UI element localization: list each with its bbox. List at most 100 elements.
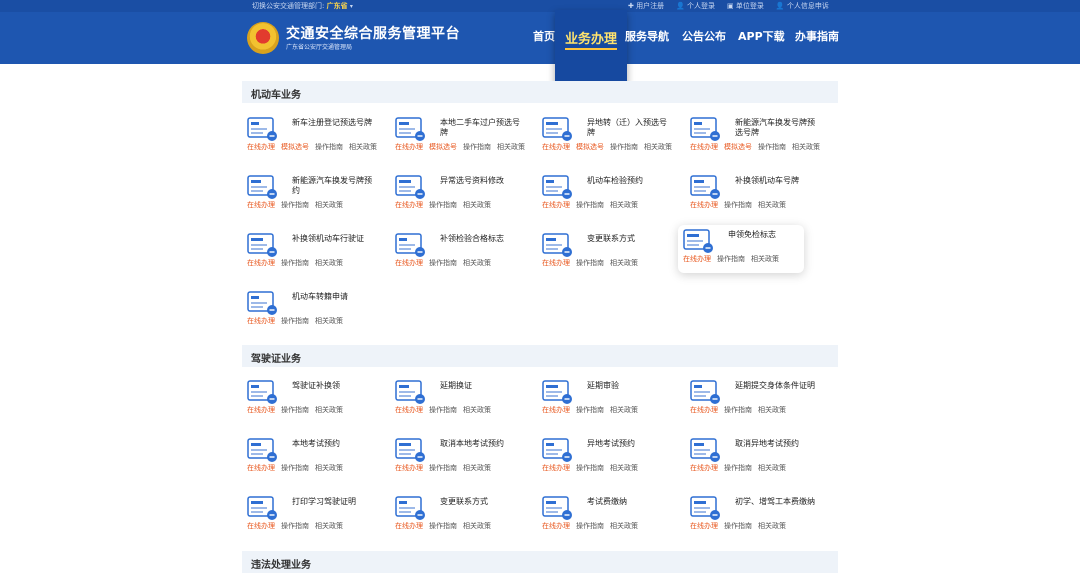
related-policy-link[interactable]: 相关政策 [610, 201, 638, 209]
unit-login-link[interactable]: ▣ 单位登录 [727, 1, 764, 11]
nav-notice[interactable]: 公告公布 [682, 28, 726, 44]
region-name[interactable]: 广东省 [327, 2, 348, 10]
online-handle-link[interactable]: 在线办理 [247, 259, 275, 267]
operation-guide-link[interactable]: 操作指南 [429, 201, 457, 209]
service-item[interactable]: 延期审验在线办理操作指南相关政策 [537, 376, 685, 428]
online-handle-link[interactable]: 在线办理 [542, 406, 570, 414]
service-item[interactable]: 打印学习驾驶证明在线办理操作指南相关政策 [242, 492, 390, 544]
operation-guide-link[interactable]: 操作指南 [281, 259, 309, 267]
simulated-plate-link[interactable]: 模拟选号 [281, 143, 309, 151]
chevron-down-icon[interactable]: ▾ [350, 3, 353, 10]
online-handle-link[interactable]: 在线办理 [542, 259, 570, 267]
service-name[interactable]: 变更联系方式 [587, 234, 673, 244]
online-handle-link[interactable]: 在线办理 [395, 143, 423, 151]
service-name[interactable]: 延期换证 [440, 381, 526, 391]
service-name[interactable]: 异地转（迁）入预选号牌 [587, 118, 673, 138]
online-handle-link[interactable]: 在线办理 [690, 201, 718, 209]
related-policy-link[interactable]: 相关政策 [610, 522, 638, 530]
nav-home[interactable]: 首页 [533, 28, 555, 44]
service-name[interactable]: 新车注册登记预选号牌 [292, 118, 378, 128]
service-name[interactable]: 延期审验 [587, 381, 673, 391]
operation-guide-link[interactable]: 操作指南 [281, 201, 309, 209]
personal-login-link[interactable]: 👤 个人登录 [676, 1, 715, 11]
related-policy-link[interactable]: 相关政策 [315, 406, 343, 414]
related-policy-link[interactable]: 相关政策 [610, 259, 638, 267]
register-link[interactable]: ✚ 用户注册 [628, 1, 664, 11]
operation-guide-link[interactable]: 操作指南 [281, 317, 309, 325]
online-handle-link[interactable]: 在线办理 [542, 201, 570, 209]
online-handle-link[interactable]: 在线办理 [690, 522, 718, 530]
operation-guide-link[interactable]: 操作指南 [724, 464, 752, 472]
service-name[interactable]: 机动车检验预约 [587, 176, 673, 186]
service-name[interactable]: 取消异地考试预约 [735, 439, 821, 449]
related-policy-link[interactable]: 相关政策 [463, 201, 491, 209]
related-policy-link[interactable]: 相关政策 [463, 522, 491, 530]
online-handle-link[interactable]: 在线办理 [395, 522, 423, 530]
nav-howto[interactable]: 办事指南 [795, 28, 839, 44]
service-item[interactable]: 申领免检标志在线办理操作指南相关政策 [678, 225, 804, 273]
service-name[interactable]: 新能源汽车换发号牌预约 [292, 176, 378, 196]
service-item[interactable]: 机动车检验预约在线办理操作指南相关政策 [537, 171, 685, 223]
service-name[interactable]: 考试费缴纳 [587, 497, 673, 507]
service-item[interactable]: 变更联系方式在线办理操作指南相关政策 [537, 229, 685, 281]
related-policy-link[interactable]: 相关政策 [758, 201, 786, 209]
nav-app[interactable]: APP下载 [738, 28, 785, 44]
online-handle-link[interactable]: 在线办理 [542, 522, 570, 530]
operation-guide-link[interactable]: 操作指南 [429, 464, 457, 472]
related-policy-link[interactable]: 相关政策 [610, 406, 638, 414]
operation-guide-link[interactable]: 操作指南 [758, 143, 786, 151]
service-item[interactable]: 异地考试预约在线办理操作指南相关政策 [537, 434, 685, 486]
service-item[interactable]: 取消异地考试预约在线办理操作指南相关政策 [685, 434, 833, 486]
service-name[interactable]: 初学、增驾工本费缴纳 [735, 497, 821, 507]
online-handle-link[interactable]: 在线办理 [683, 255, 711, 263]
simulated-plate-link[interactable]: 模拟选号 [576, 143, 604, 151]
service-item[interactable]: 机动车转籍申请在线办理操作指南相关政策 [242, 287, 390, 339]
online-handle-link[interactable]: 在线办理 [395, 406, 423, 414]
service-name[interactable]: 本地二手车过户预选号牌 [440, 118, 526, 138]
related-policy-link[interactable]: 相关政策 [751, 255, 779, 263]
online-handle-link[interactable]: 在线办理 [395, 259, 423, 267]
service-item[interactable]: 初学、增驾工本费缴纳在线办理操作指南相关政策 [685, 492, 833, 544]
related-policy-link[interactable]: 相关政策 [463, 259, 491, 267]
service-item[interactable]: 补领检验合格标志在线办理操作指南相关政策 [390, 229, 538, 281]
related-policy-link[interactable]: 相关政策 [758, 464, 786, 472]
related-policy-link[interactable]: 相关政策 [315, 464, 343, 472]
service-item[interactable]: 驾驶证补换领在线办理操作指南相关政策 [242, 376, 390, 428]
service-item[interactable]: 延期换证在线办理操作指南相关政策 [390, 376, 538, 428]
service-item[interactable]: 延期提交身体条件证明在线办理操作指南相关政策 [685, 376, 833, 428]
operation-guide-link[interactable]: 操作指南 [576, 406, 604, 414]
operation-guide-link[interactable]: 操作指南 [576, 522, 604, 530]
simulated-plate-link[interactable]: 模拟选号 [429, 143, 457, 151]
online-handle-link[interactable]: 在线办理 [247, 317, 275, 325]
online-handle-link[interactable]: 在线办理 [542, 143, 570, 151]
online-handle-link[interactable]: 在线办理 [247, 522, 275, 530]
related-policy-link[interactable]: 相关政策 [463, 406, 491, 414]
service-item[interactable]: 新能源汽车换发号牌预选号牌在线办理模拟选号操作指南相关政策 [685, 113, 833, 165]
service-item[interactable]: 考试费缴纳在线办理操作指南相关政策 [537, 492, 685, 544]
operation-guide-link[interactable]: 操作指南 [281, 406, 309, 414]
related-policy-link[interactable]: 相关政策 [349, 143, 377, 151]
online-handle-link[interactable]: 在线办理 [690, 406, 718, 414]
service-item[interactable]: 本地考试预约在线办理操作指南相关政策 [242, 434, 390, 486]
service-name[interactable]: 新能源汽车换发号牌预选号牌 [735, 118, 821, 138]
service-name[interactable]: 本地考试预约 [292, 439, 378, 449]
nav-guide[interactable]: 服务导航 [625, 28, 669, 44]
service-item[interactable]: 变更联系方式在线办理操作指南相关政策 [390, 492, 538, 544]
operation-guide-link[interactable]: 操作指南 [717, 255, 745, 263]
nav-business[interactable]: 业务办理 [555, 10, 627, 88]
operation-guide-link[interactable]: 操作指南 [429, 522, 457, 530]
related-policy-link[interactable]: 相关政策 [315, 317, 343, 325]
related-policy-link[interactable]: 相关政策 [315, 201, 343, 209]
service-item[interactable]: 取消本地考试预约在线办理操作指南相关政策 [390, 434, 538, 486]
related-policy-link[interactable]: 相关政策 [610, 464, 638, 472]
related-policy-link[interactable]: 相关政策 [315, 259, 343, 267]
online-handle-link[interactable]: 在线办理 [395, 201, 423, 209]
operation-guide-link[interactable]: 操作指南 [281, 464, 309, 472]
service-item[interactable]: 本地二手车过户预选号牌在线办理模拟选号操作指南相关政策 [390, 113, 538, 165]
appeal-link[interactable]: 👤 个人信息申诉 [776, 1, 829, 11]
service-name[interactable]: 申领免检标志 [728, 230, 814, 240]
service-name[interactable]: 打印学习驾驶证明 [292, 497, 378, 507]
service-item[interactable]: 新能源汽车换发号牌预约在线办理操作指南相关政策 [242, 171, 390, 223]
operation-guide-link[interactable]: 操作指南 [724, 406, 752, 414]
operation-guide-link[interactable]: 操作指南 [724, 522, 752, 530]
